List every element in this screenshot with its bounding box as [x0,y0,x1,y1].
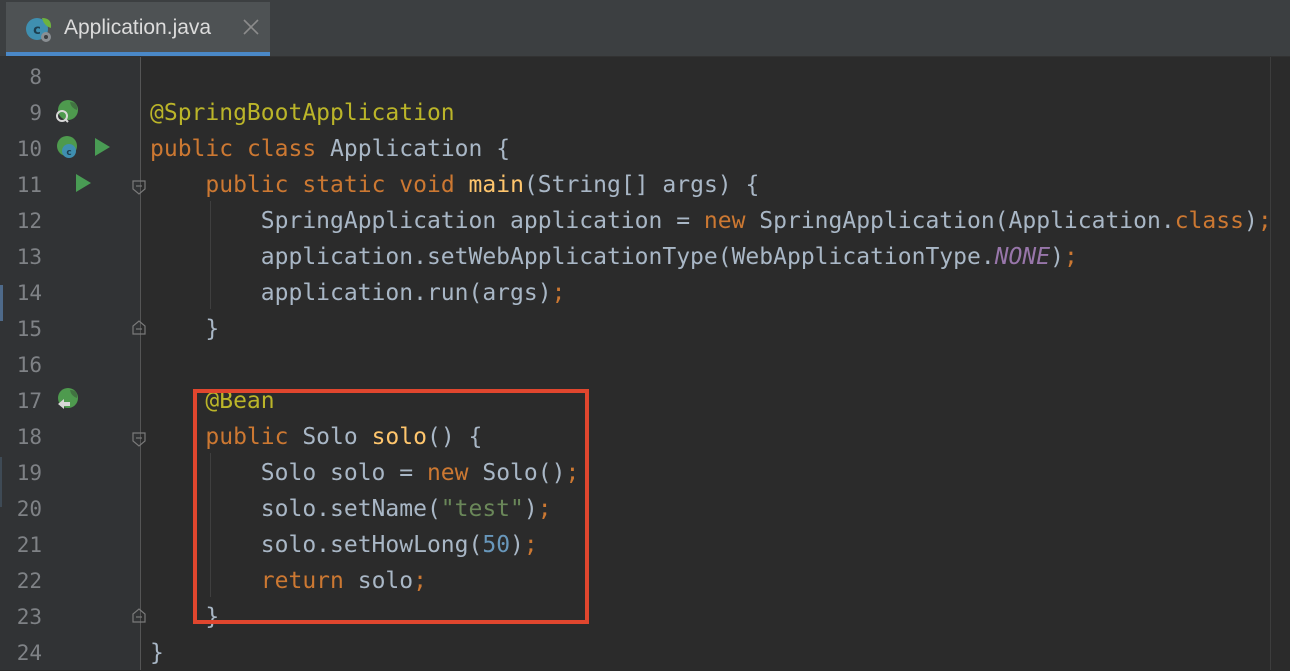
line-number: 22 [16,569,42,593]
code-text: SpringApplication application = new Spri… [150,207,1272,235]
code-token: void [399,172,455,198]
spring-context-icon[interactable]: c [54,134,80,160]
code-token: ; [1063,244,1078,270]
code-line[interactable]: 24} [0,635,1290,671]
fold-close-icon[interactable] [131,608,147,624]
code-token: } [150,316,220,342]
code-text: application.run(args); [150,279,566,307]
code-token: application.run(args) [150,280,552,306]
spring-boot-class-icon: c [26,18,52,42]
code-line[interactable]: 15 } [0,311,1290,347]
code-line[interactable]: 9 @SpringBootApplication [0,95,1290,131]
editor-tab-bar: c Application.java [0,0,1290,57]
code-token: main [468,172,524,198]
code-token: public [150,136,234,162]
spring-bean-search-icon[interactable] [54,98,80,124]
code-token: Application { [316,136,511,162]
code-token: public [205,172,289,198]
code-token: (String[] args) { [523,172,760,198]
code-line[interactable]: 12 SpringApplication application = new S… [0,203,1290,239]
spring-bean-navigate-icon[interactable] [54,386,80,412]
code-token: new [703,208,746,234]
code-text: } [150,639,164,667]
run-icon[interactable] [74,173,92,193]
line-number: 9 [29,101,42,125]
code-line[interactable]: 10 public class Application { [0,131,1290,167]
line-number: 11 [16,173,42,197]
svg-text:c: c [33,23,41,38]
code-token: class [1174,208,1244,234]
line-number: 17 [16,389,42,413]
tab-label: Application.java [64,16,212,39]
code-token: ) [1243,208,1258,234]
code-text: @SpringBootApplication [150,99,455,127]
code-line[interactable]: 8 [0,59,1290,95]
code-token: ; [551,280,566,306]
svg-text:c: c [66,148,71,158]
code-token: @SpringBootApplication [150,100,455,126]
line-number: 8 [29,65,42,89]
code-token: ) [1050,244,1064,270]
line-number: 21 [16,533,42,557]
code-text: public static void main(String[] args) { [150,171,759,199]
line-number: 23 [16,605,42,629]
line-number: 15 [16,317,42,341]
code-token: application.setWebApplicationType(WebApp… [150,244,995,270]
fold-open-icon[interactable] [131,431,147,447]
code-token: ; [1257,208,1272,234]
line-number: 10 [16,137,42,161]
code-token: SpringApplication(Application. [745,208,1175,234]
line-number: 16 [16,353,42,377]
code-text: application.setWebApplicationType(WebApp… [150,243,1078,271]
line-number: 14 [16,281,42,305]
line-number: 24 [16,641,42,665]
fold-close-icon[interactable] [131,320,147,336]
code-token: NONE [994,244,1051,270]
code-editor[interactable]: 8 9 @SpringBootApplication 10 public class A… [0,57,1290,670]
line-number: 18 [16,425,42,449]
fold-open-icon[interactable] [131,179,147,195]
tab-application-java[interactable]: c Application.java [6,2,270,56]
code-token: } [150,640,164,666]
line-number: 12 [16,209,42,233]
code-token: SpringApplication application = [150,208,704,234]
code-text: } [150,315,219,343]
code-token: class [246,136,317,162]
code-line[interactable]: 16 [0,347,1290,383]
code-text: public class Application { [150,135,510,163]
code-line[interactable]: 14 application.run(args); [0,275,1290,311]
line-number: 20 [16,497,42,521]
line-number: 13 [16,245,42,269]
run-icon[interactable] [93,137,111,157]
highlight-box-bean-method [193,389,589,624]
code-line[interactable]: 13 application.setWebApplicationType(Web… [0,239,1290,275]
code-token: static [302,172,386,198]
code-line[interactable]: 11 public static void main(String[] args… [0,167,1290,203]
close-icon[interactable] [240,16,262,38]
line-number: 19 [16,461,42,485]
